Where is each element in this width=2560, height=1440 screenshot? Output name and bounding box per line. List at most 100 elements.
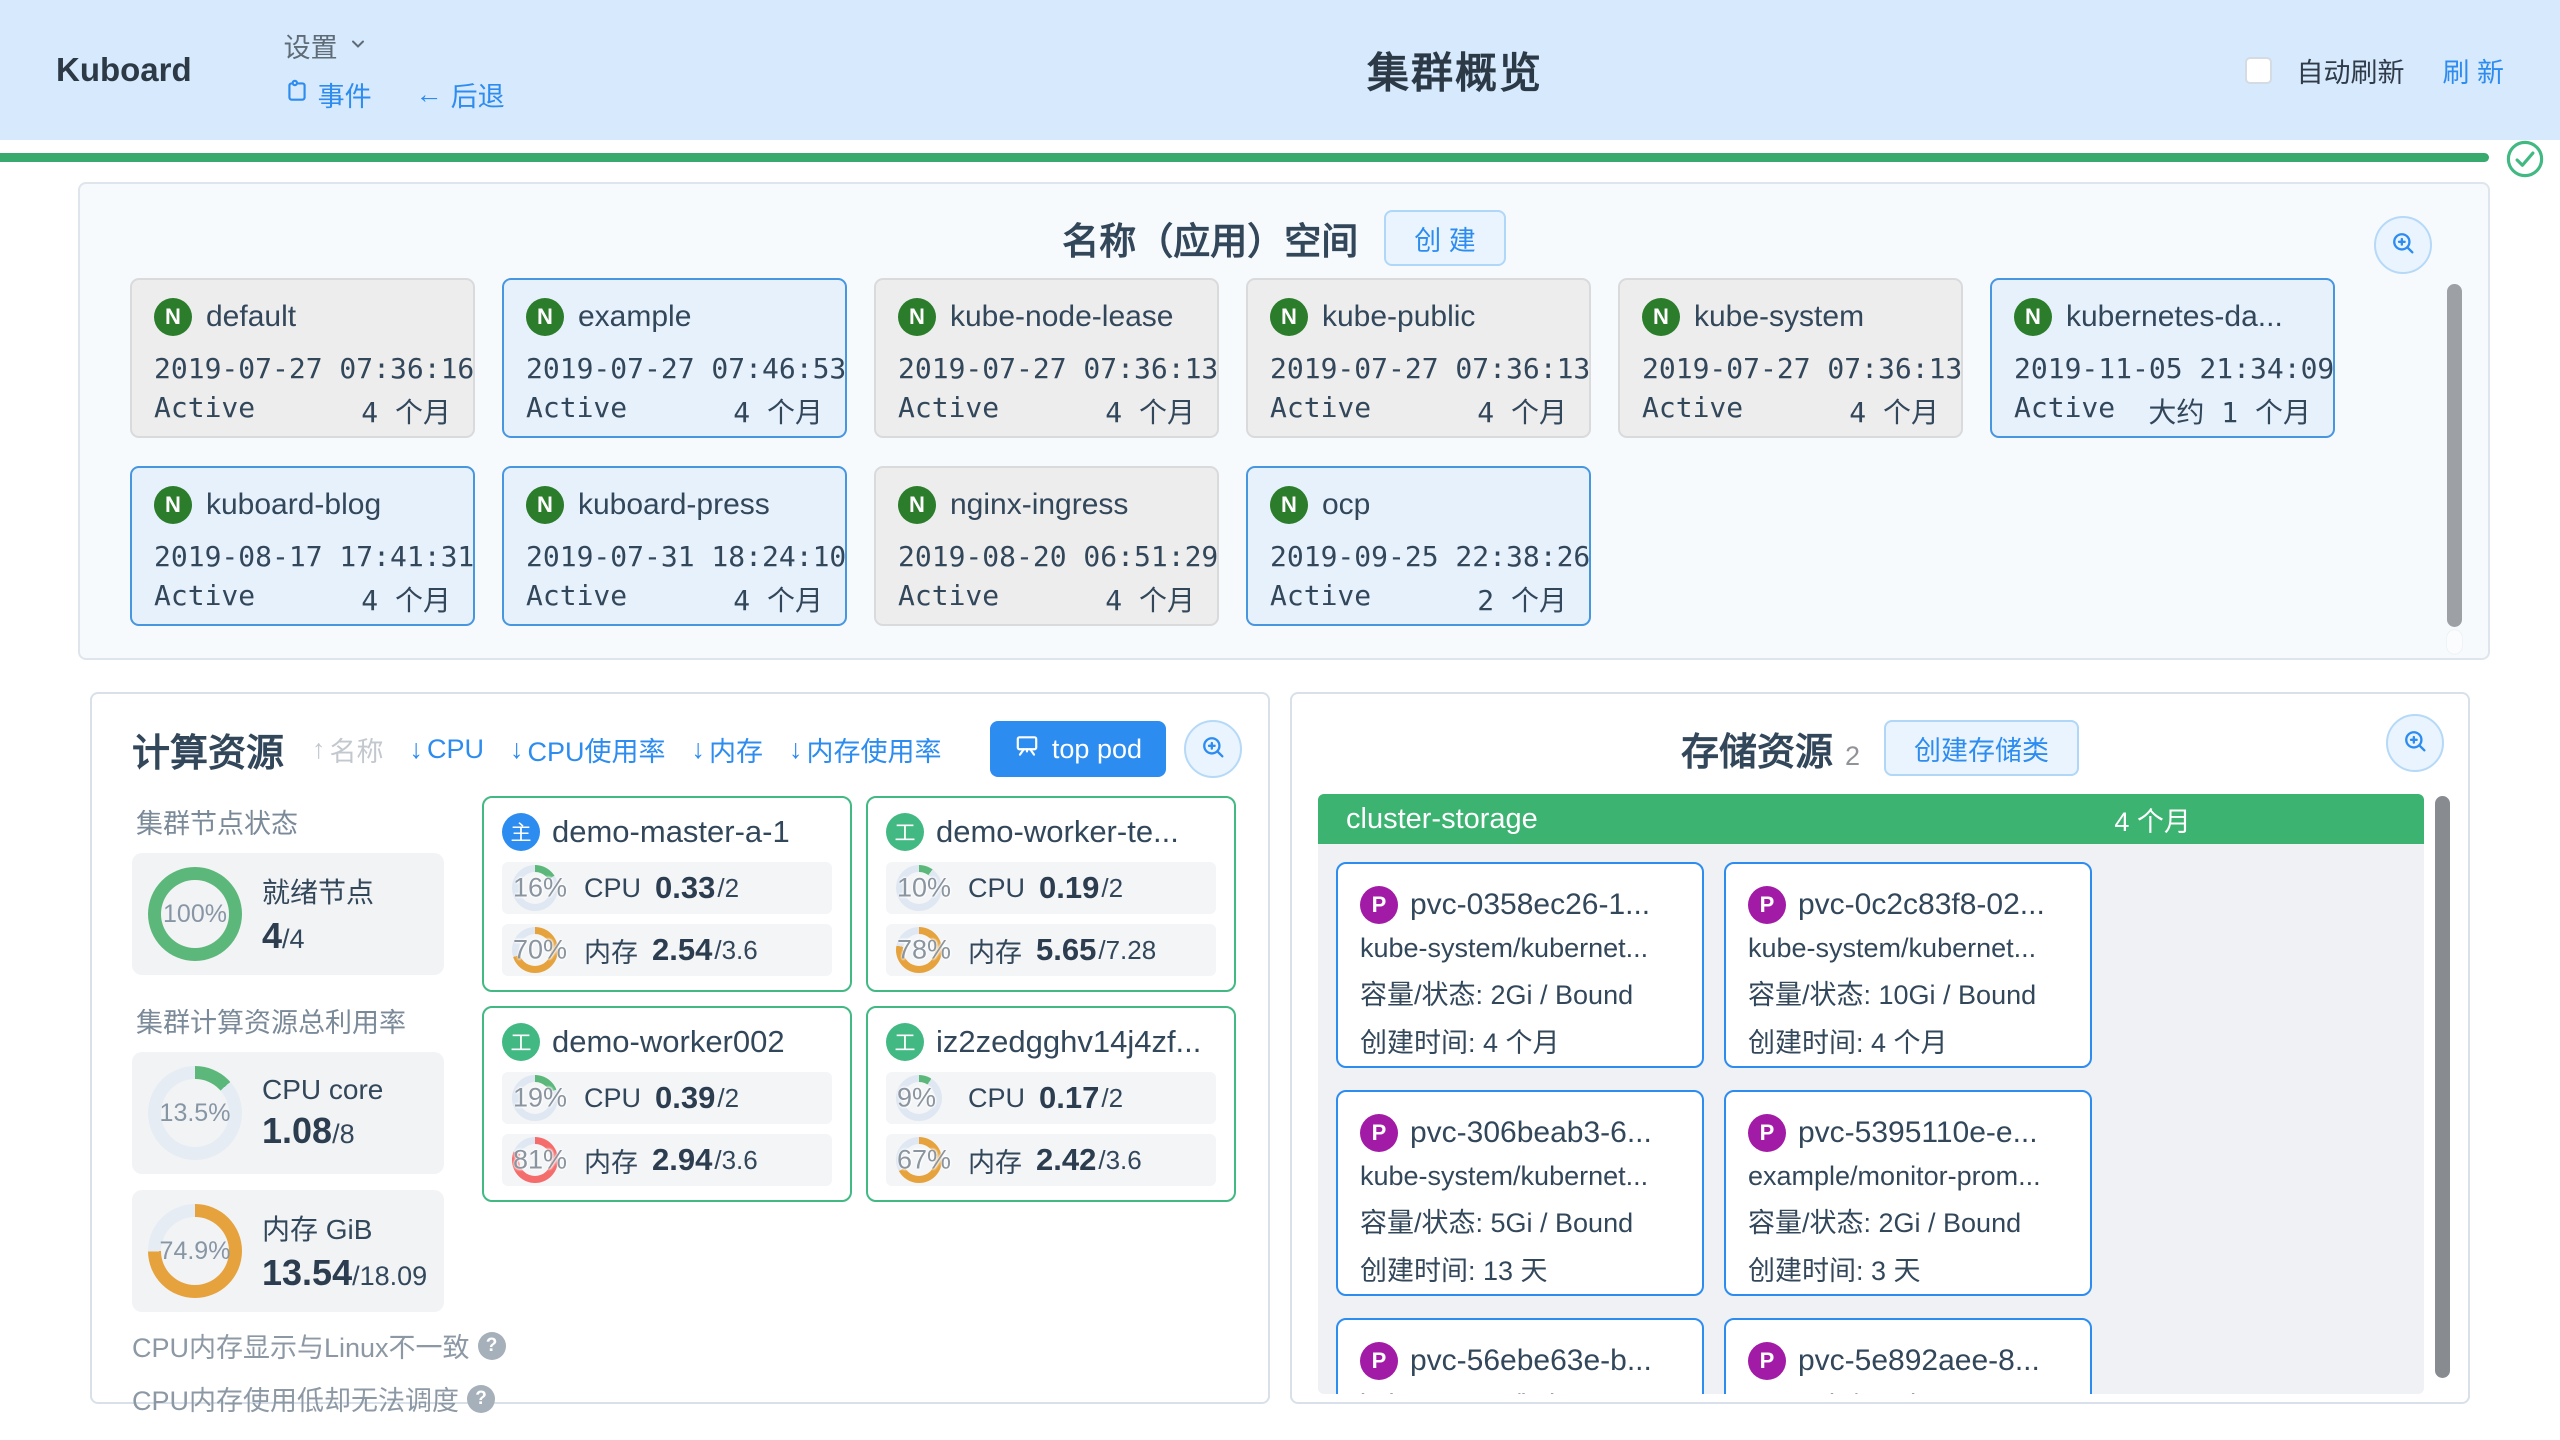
divider-row — [0, 140, 2560, 182]
namespaces-scrollbar[interactable] — [2447, 284, 2462, 644]
question-icon: ? — [478, 1332, 506, 1360]
node-card[interactable]: 工 demo-worker-te... 10% CPU 0.19 /2 78% … — [866, 796, 1236, 992]
namespace-card[interactable]: Nkube-public 2019-07-27 07:36:13 Active4… — [1246, 278, 1591, 438]
namespace-age: 4 个月 — [361, 391, 451, 431]
namespace-name: kube-system — [1694, 300, 1864, 334]
scrollbar-thumb[interactable] — [2447, 284, 2462, 627]
scrollbar-track-end — [2447, 630, 2462, 654]
page-title: 集群概览 — [1367, 40, 1543, 101]
back-link[interactable]: ← 后退 — [416, 75, 505, 114]
zoom-in-icon — [1199, 733, 1227, 766]
events-link[interactable]: 事件 — [284, 75, 372, 114]
auto-refresh-checkbox[interactable] — [2245, 57, 2272, 84]
help-link-scheduling[interactable]: CPU内存使用低却无法调度 ? — [132, 1379, 444, 1418]
node-memory-metric: 81% 内存 2.94 /3.6 — [502, 1134, 832, 1186]
sort-desc-icon: ↓ — [789, 734, 803, 765]
status-ok-icon — [2504, 138, 2546, 185]
namespace-created: 2019-07-27 07:36:13 — [1270, 352, 1567, 385]
node-name: iz2zedgghv14j4zf... — [936, 1024, 1201, 1060]
node-status-label: 集群节点状态 — [136, 802, 444, 841]
namespace-age: 4 个月 — [1105, 391, 1195, 431]
refresh-button[interactable]: 刷 新 — [2442, 51, 2504, 90]
namespace-created: 2019-08-20 06:51:29 — [898, 540, 1195, 573]
pvc-card[interactable]: Ppvc-56ebe63e-b... kube-system/kubernet.… — [1336, 1318, 1704, 1394]
create-storage-class-button[interactable]: 创建存储类 — [1884, 720, 2079, 776]
help-link-cpu-display[interactable]: CPU内存显示与Linux不一致 ? — [132, 1326, 444, 1365]
worker-node-icon: 工 — [886, 813, 924, 851]
namespace-name: example — [578, 300, 691, 334]
namespace-created: 2019-07-27 07:36:13 — [1642, 352, 1939, 385]
storage-class-age: 4 个月 — [2114, 800, 2191, 839]
namespace-card[interactable]: Nkube-node-lease 2019-07-27 07:36:13 Act… — [874, 278, 1219, 438]
namespace-age: 4 个月 — [1477, 391, 1567, 431]
pvc-card[interactable]: Ppvc-5e892aee-8... example/monitor-prom.… — [1724, 1318, 2092, 1394]
node-card[interactable]: 主 demo-master-a-1 16% CPU 0.33 /2 70% 内存… — [482, 796, 852, 992]
namespace-card[interactable]: Ndefault 2019-07-27 07:36:16 Active4 个月 — [130, 278, 475, 438]
expand-namespaces-button[interactable] — [2374, 216, 2432, 274]
top-pod-button[interactable]: top pod — [990, 721, 1166, 777]
pvc-icon: P — [1360, 1114, 1398, 1152]
pvc-ref: example/monitor-prom... — [1748, 1389, 2068, 1394]
node-status-gauge: 100% 就绪节点 4/4 — [132, 853, 444, 975]
pvc-icon: P — [1748, 1342, 1786, 1380]
node-name: demo-worker-te... — [936, 814, 1179, 850]
namespace-card[interactable]: Nkube-system 2019-07-27 07:36:13 Active4… — [1618, 278, 1963, 438]
storage-class-section: cluster-storage 4 个月 Ppvc-0358ec26-1... … — [1318, 794, 2424, 1394]
namespace-card[interactable]: Nkuboard-blog 2019-08-17 17:41:31 Active… — [130, 466, 475, 626]
node-name: demo-master-a-1 — [552, 814, 790, 850]
pvc-card[interactable]: Ppvc-0c2c83f8-02... kube-system/kubernet… — [1724, 862, 2092, 1068]
expand-compute-button[interactable] — [1184, 720, 1242, 778]
sort-by-cpu[interactable]: ↓CPU — [410, 734, 485, 765]
sort-by-memory-usage[interactable]: ↓内存使用率 — [789, 730, 942, 769]
create-namespace-button[interactable]: 创 建 — [1384, 210, 1506, 266]
cpu-utilization-gauge: 13.5% CPU core 1.08/8 — [132, 1052, 444, 1174]
node-card[interactable]: 工 demo-worker002 19% CPU 0.39 /2 81% 内存 … — [482, 1006, 852, 1202]
pvc-card[interactable]: Ppvc-0358ec26-1... kube-system/kubernet.… — [1336, 862, 1704, 1068]
pvc-capacity: 容量/状态: 2Gi / Bound — [1748, 1201, 2068, 1240]
namespace-created: 2019-09-25 22:38:26 — [1270, 540, 1567, 573]
pvc-card[interactable]: Ppvc-5395110e-e... example/monitor-prom.… — [1724, 1090, 2092, 1296]
namespace-card[interactable]: Nocp 2019-09-25 22:38:26 Active2 个月 — [1246, 466, 1591, 626]
pvc-created: 创建时间: 4 个月 — [1748, 1021, 2068, 1060]
namespace-name: default — [206, 300, 296, 334]
namespace-card[interactable]: Nkubernetes-da... 2019-11-05 21:34:09 Ac… — [1990, 278, 2335, 438]
namespace-status: Active — [526, 391, 627, 431]
memory-donut: 74.9% — [148, 1204, 242, 1298]
question-icon: ? — [467, 1385, 495, 1413]
sort-by-cpu-usage[interactable]: ↓CPU使用率 — [510, 730, 666, 769]
storage-class-name: cluster-storage — [1346, 803, 1538, 836]
namespace-card[interactable]: Nexample 2019-07-27 07:46:53 Active4 个月 — [502, 278, 847, 438]
namespace-card[interactable]: Nkuboard-press 2019-07-31 18:24:10 Activ… — [502, 466, 847, 626]
storage-title: 存储资源 — [1681, 721, 1833, 776]
pvc-capacity: 容量/状态: 5Gi / Bound — [1360, 1201, 1680, 1240]
pvc-name: pvc-5395110e-e... — [1798, 1116, 2038, 1150]
namespace-name: ocp — [1322, 488, 1370, 522]
namespace-age: 2 个月 — [1477, 579, 1567, 619]
storage-count: 2 — [1845, 741, 1860, 776]
zoom-in-icon — [2401, 727, 2429, 760]
sort-by-name[interactable]: ↑名称 — [312, 730, 384, 769]
namespace-status: Active — [2014, 391, 2115, 431]
compute-title: 计算资源 — [132, 722, 284, 777]
namespace-status: Active — [154, 579, 255, 619]
pvc-ref: kube-system/kubernet... — [1360, 1389, 1680, 1394]
node-memory-metric: 78% 内存 5.65 /7.28 — [886, 924, 1216, 976]
storage-class-bar[interactable]: cluster-storage 4 个月 — [1318, 794, 2424, 844]
pvc-ref: kube-system/kubernet... — [1748, 933, 2068, 964]
top-menus: 设置 事件 ← 后退 — [284, 26, 505, 114]
sort-desc-icon: ↓ — [692, 734, 706, 765]
namespace-card[interactable]: Nnginx-ingress 2019-08-20 06:51:29 Activ… — [874, 466, 1219, 626]
storage-scrollbar[interactable] — [2435, 794, 2450, 1394]
node-card[interactable]: 工 iz2zedgghv14j4zf... 9% CPU 0.17 /2 67%… — [866, 1006, 1236, 1202]
expand-storage-button[interactable] — [2386, 714, 2444, 772]
namespace-icon: N — [154, 298, 192, 336]
pvc-card[interactable]: Ppvc-306beab3-6... kube-system/kubernet.… — [1336, 1090, 1704, 1296]
settings-menu[interactable]: 设置 — [284, 26, 505, 65]
cpu-donut: 13.5% — [148, 1066, 242, 1160]
green-divider — [0, 153, 2489, 162]
scrollbar-thumb[interactable] — [2435, 796, 2450, 1378]
brand-logo[interactable]: Kuboard — [56, 51, 192, 89]
utilization-label: 集群计算资源总利用率 — [136, 1001, 444, 1040]
namespace-icon: N — [1270, 298, 1308, 336]
sort-by-memory[interactable]: ↓内存 — [692, 730, 764, 769]
